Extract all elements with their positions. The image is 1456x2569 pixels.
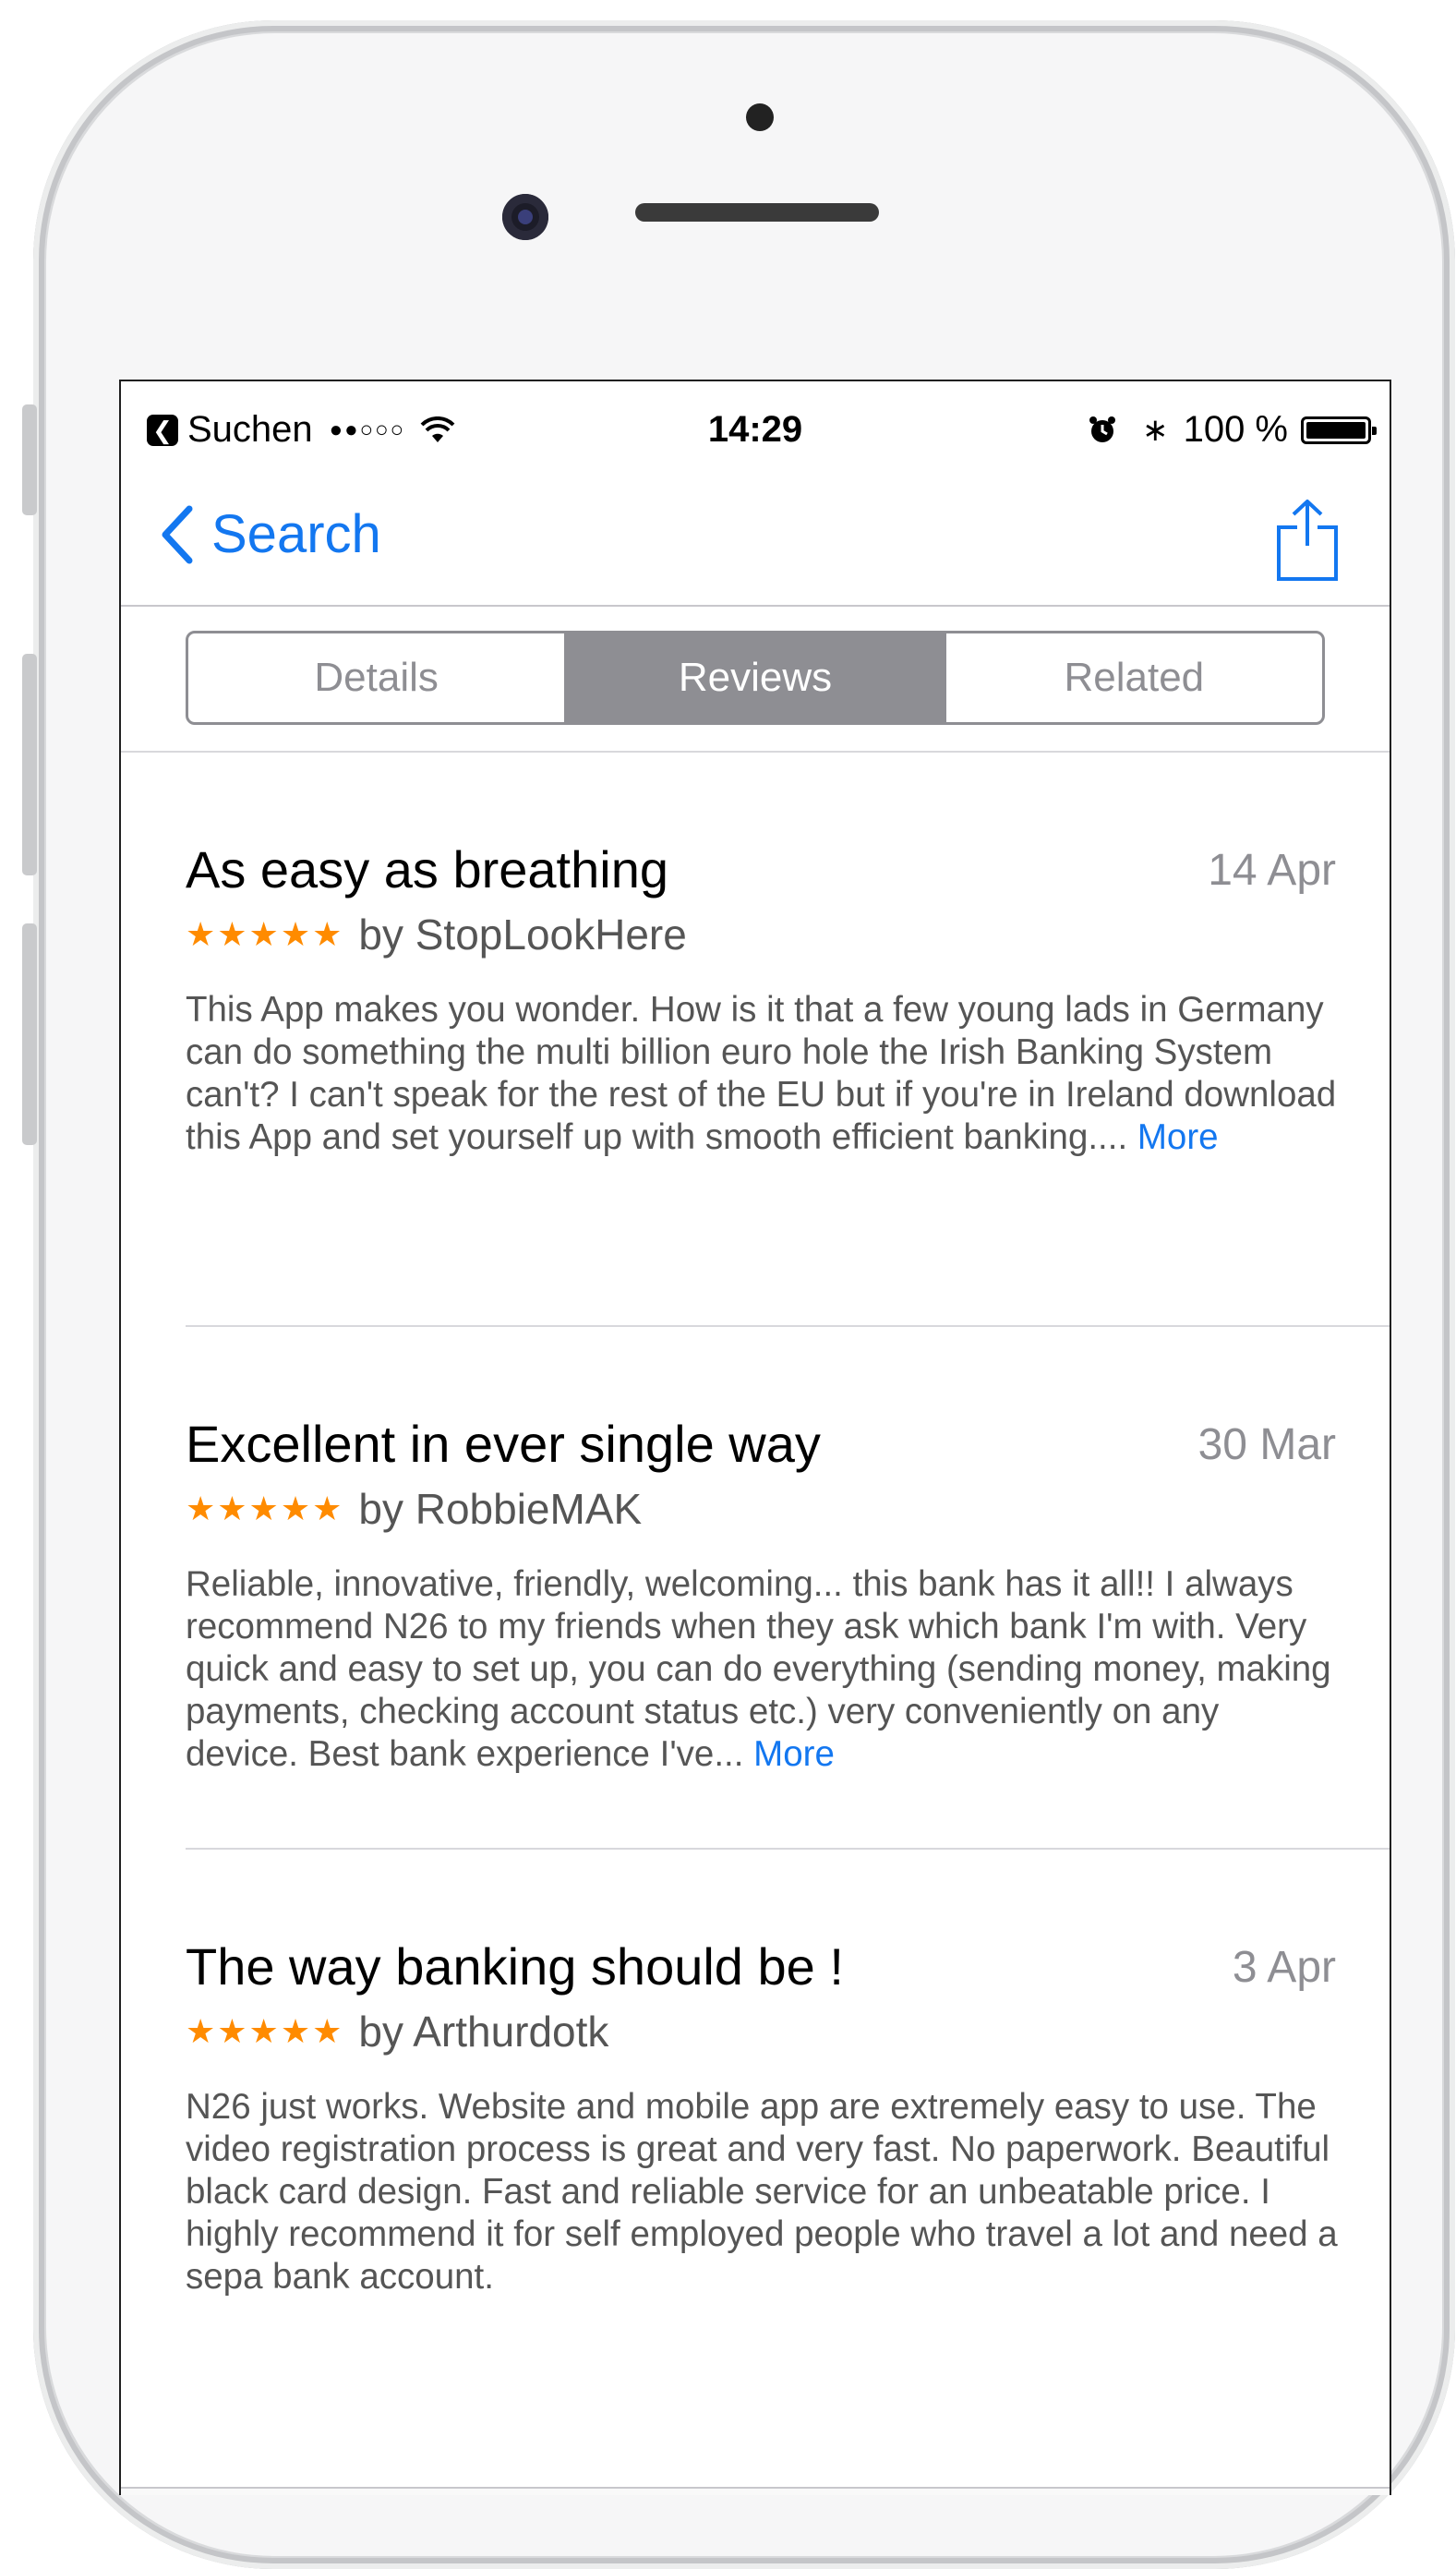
review-title: Excellent in ever single way — [186, 1415, 821, 1473]
proximity-sensor — [746, 103, 774, 131]
navigation-bar: Search — [121, 477, 1390, 607]
segmented-control: Details Reviews Related — [186, 631, 1325, 725]
segment-bar: Details Reviews Related — [121, 607, 1390, 753]
reviews-list: As easy as breathing 14 Apr ★★★★★ by Sto… — [121, 753, 1390, 2422]
star-rating-icon: ★★★★★ — [186, 915, 344, 953]
mute-switch — [22, 404, 37, 515]
tab-details[interactable]: Details — [188, 633, 564, 722]
earpiece-speaker — [635, 203, 879, 222]
back-button[interactable]: Search — [160, 503, 381, 565]
review-author: by StopLookHere — [358, 911, 687, 959]
review-title: As easy as breathing — [186, 840, 668, 899]
review-date: 3 Apr — [1232, 1943, 1336, 1992]
front-camera — [502, 194, 548, 240]
more-link[interactable]: More — [753, 1734, 835, 1774]
review-body: This App makes you wonder. How is it tha… — [186, 989, 1340, 1159]
back-button-label: Search — [211, 504, 381, 564]
share-icon[interactable] — [1273, 498, 1342, 583]
review-item: The way banking should be ! 3 Apr ★★★★★ … — [186, 1848, 1390, 2422]
review-item: As easy as breathing 14 Apr ★★★★★ by Sto… — [186, 753, 1390, 1325]
star-rating-icon: ★★★★★ — [186, 2012, 344, 2050]
review-byline: ★★★★★ by Arthurdotk — [186, 2007, 608, 2056]
star-rating-icon: ★★★★★ — [186, 1490, 344, 1527]
review-byline: ★★★★★ by StopLookHere — [186, 910, 687, 959]
review-item: Excellent in ever single way 30 Mar ★★★★… — [186, 1325, 1390, 1848]
review-date: 14 Apr — [1208, 846, 1336, 895]
review-title: The way banking should be ! — [186, 1937, 844, 1996]
tab-reviews[interactable]: Reviews — [564, 633, 944, 722]
bluetooth-icon: ∗ — [1142, 412, 1169, 448]
review-date: 30 Mar — [1197, 1420, 1336, 1469]
review-author: by Arthurdotk — [358, 2008, 609, 2056]
review-text: N26 just works. Website and mobile app a… — [186, 2087, 1338, 2297]
review-body: Reliable, innovative, friendly, welcomin… — [186, 1563, 1340, 1776]
app-store-screen: ❮ Suchen ●●○○○ 14:29 ∗ 100 % Search Deta… — [119, 380, 1391, 2495]
volume-down-button — [22, 923, 37, 1145]
review-author: by RobbieMAK — [358, 1485, 643, 1533]
chevron-left-icon — [162, 505, 193, 563]
alarm-icon — [1089, 416, 1116, 442]
status-right: ∗ 100 % — [1089, 409, 1377, 451]
volume-up-button — [22, 654, 37, 875]
status-bar: ❮ Suchen ●●○○○ 14:29 ∗ 100 % — [121, 381, 1390, 477]
tab-bar: 38 — [121, 2487, 1390, 2495]
battery-icon — [1301, 416, 1377, 444]
tab-related[interactable]: Related — [943, 633, 1322, 722]
review-body: N26 just works. Website and mobile app a… — [186, 2086, 1340, 2298]
review-byline: ★★★★★ by RobbieMAK — [186, 1484, 642, 1534]
battery-percent: 100 % — [1183, 409, 1288, 450]
more-link[interactable]: More — [1137, 1117, 1219, 1157]
